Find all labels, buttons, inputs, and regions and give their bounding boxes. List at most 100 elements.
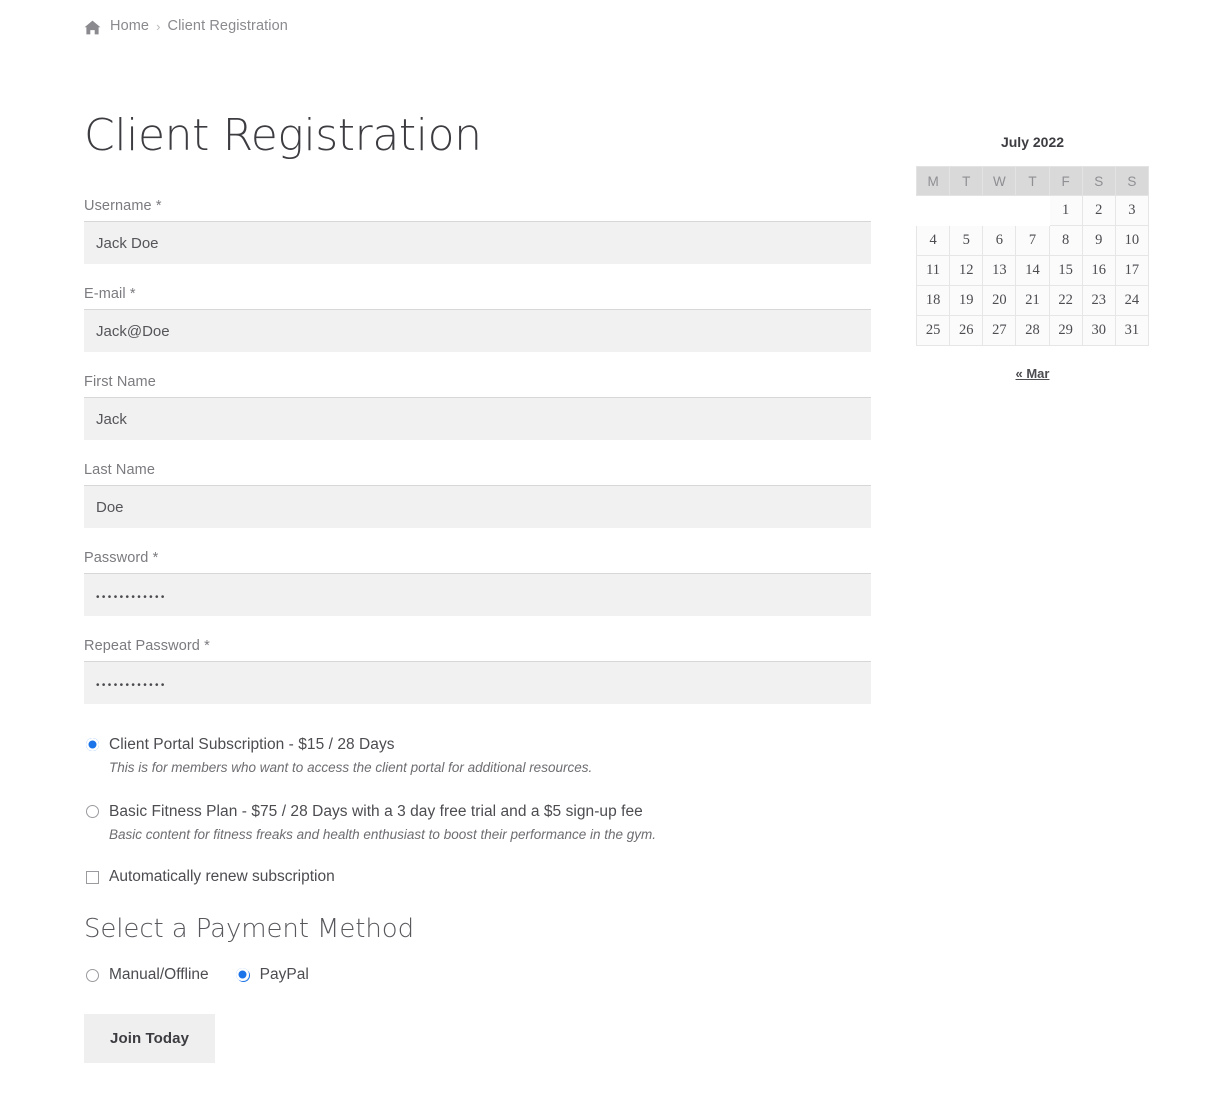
registration-form-container: Client Registration Username * E-mail * …: [84, 110, 872, 1064]
payment-option-paypal[interactable]: PayPal: [235, 966, 309, 984]
calendar-day-cell[interactable]: 18: [915, 285, 951, 316]
calendar-day-cell[interactable]: 4: [915, 225, 951, 256]
payment-option-manual-offline[interactable]: Manual/Offline: [84, 966, 209, 984]
field-username: Username *: [84, 198, 872, 265]
level-label-client-portal: Client Portal Subscription - $15 / 28 Da…: [109, 736, 395, 754]
calendar-day-cell[interactable]: 7: [1015, 225, 1050, 256]
first-name-input[interactable]: [84, 397, 871, 441]
join-today-button[interactable]: Join Today: [84, 1014, 216, 1064]
calendar-week-row: 11 12 13 14 15 16 17: [915, 255, 1150, 286]
calendar-day-empty: [949, 195, 984, 226]
field-email: E-mail *: [84, 286, 872, 353]
subscription-level-group: Client Portal Subscription - $15 / 28 Da…: [84, 734, 872, 844]
radio-client-portal[interactable]: [85, 737, 99, 752]
calendar-weekday-fri: F: [1048, 166, 1083, 196]
payment-label-paypal: PayPal: [259, 966, 309, 984]
calendar-week-row: 4 5 6 7 8 9 10: [915, 225, 1150, 256]
email-input[interactable]: [84, 309, 871, 353]
breadcrumb-separator: ›: [156, 18, 161, 34]
field-label-password: Password *: [84, 550, 159, 567]
payment-method-title: Select a Payment Method: [84, 914, 414, 945]
radio-basic-fitness[interactable]: [86, 805, 99, 819]
calendar-table: July 2022 M T W T F S S 1 2 3 4 5 6 7 8 …: [915, 134, 1150, 346]
calendar-day-cell[interactable]: 24: [1114, 285, 1150, 316]
calendar-day-cell[interactable]: 13: [982, 255, 1017, 286]
calendar-day-cell[interactable]: 25: [915, 315, 951, 346]
field-label-username: Username *: [84, 198, 162, 215]
calendar-week-row: 25 26 27 28 29 30 31: [915, 315, 1150, 346]
breadcrumb-home-link[interactable]: Home: [110, 18, 149, 34]
breadcrumb: Home › Client Registration: [84, 18, 288, 34]
calendar-weekday-thu: T: [1015, 166, 1050, 196]
calendar-day-cell[interactable]: 12: [949, 255, 984, 286]
field-repeat-password: Repeat Password * ••••••••••••: [84, 638, 872, 705]
level-option-basic-fitness[interactable]: Basic Fitness Plan - $75 / 28 Days with …: [84, 801, 872, 844]
calendar-day-cell[interactable]: 28: [1015, 315, 1050, 346]
payment-label-manual-offline: Manual/Offline: [109, 966, 209, 984]
field-label-email: E-mail *: [84, 286, 136, 303]
password-masked-value: ••••••••••••: [96, 592, 167, 604]
breadcrumb-current: Client Registration: [167, 18, 288, 34]
calendar-day-empty: [1015, 195, 1050, 226]
calendar-day-cell[interactable]: 15: [1048, 255, 1083, 286]
auto-renew-label: Automatically renew subscription: [109, 868, 335, 886]
calendar-day-cell[interactable]: 17: [1114, 255, 1150, 286]
last-name-input[interactable]: [84, 485, 871, 529]
calendar-week-row: 1 2 3: [915, 195, 1150, 226]
field-last-name: Last Name: [84, 462, 872, 529]
calendar-day-cell[interactable]: 29: [1048, 315, 1083, 346]
calendar-day-cell[interactable]: 2: [1081, 195, 1116, 226]
calendar-day-cell[interactable]: 31: [1114, 315, 1150, 346]
calendar-widget: July 2022 M T W T F S S 1 2 3 4 5 6 7 8 …: [915, 134, 1150, 381]
calendar-weekday-tue: T: [949, 166, 984, 196]
calendar-day-cell[interactable]: 20: [982, 285, 1017, 316]
calendar-day-cell[interactable]: 19: [949, 285, 984, 316]
page-title: Client Registration: [84, 110, 482, 161]
repeat-password-input[interactable]: ••••••••••••: [84, 661, 871, 705]
password-input[interactable]: ••••••••••••: [84, 573, 871, 617]
level-description-basic-fitness: Basic content for fitness freaks and hea…: [109, 827, 657, 843]
field-password: Password * ••••••••••••: [84, 550, 872, 617]
calendar-weekday-sat: S: [1081, 166, 1116, 196]
calendar-day-cell[interactable]: 21: [1015, 285, 1050, 316]
radio-paypal[interactable]: [236, 968, 250, 982]
calendar-weekday-sun: S: [1114, 166, 1150, 196]
field-label-repeat-password: Repeat Password *: [84, 638, 210, 655]
calendar-day-cell[interactable]: 3: [1114, 195, 1150, 226]
calendar-day-cell[interactable]: 1: [1048, 195, 1083, 226]
level-option-client-portal[interactable]: Client Portal Subscription - $15 / 28 Da…: [84, 734, 872, 777]
calendar-day-cell[interactable]: 26: [949, 315, 984, 346]
calendar-weekday-wed: W: [982, 166, 1017, 196]
calendar-day-empty: [915, 195, 951, 226]
level-description-client-portal: This is for members who want to access t…: [109, 760, 593, 776]
calendar-day-cell[interactable]: 30: [1081, 315, 1116, 346]
calendar-day-cell[interactable]: 8: [1048, 225, 1083, 256]
calendar-day-cell[interactable]: 23: [1081, 285, 1116, 316]
calendar-day-cell[interactable]: 27: [982, 315, 1017, 346]
field-first-name: First Name: [84, 374, 872, 441]
auto-renew-checkbox[interactable]: [86, 870, 99, 884]
calendar-day-cell[interactable]: 5: [949, 225, 984, 256]
payment-method-group: Manual/Offline PayPal: [84, 966, 872, 984]
auto-renew-row[interactable]: Automatically renew subscription: [84, 868, 872, 886]
calendar-day-cell[interactable]: 10: [1114, 225, 1150, 256]
field-label-first-name: First Name: [84, 374, 156, 391]
calendar-week-row: 18 19 20 21 22 23 24: [915, 285, 1150, 316]
calendar-day-empty: [982, 195, 1017, 226]
calendar-weekday-mon: M: [915, 166, 951, 196]
level-label-basic-fitness: Basic Fitness Plan - $75 / 28 Days with …: [109, 803, 643, 821]
calendar-day-cell[interactable]: 9: [1081, 225, 1116, 256]
calendar-prev-month-link[interactable]: « Mar: [916, 366, 1149, 381]
calendar-weekday-header-row: M T W T F S S: [915, 166, 1150, 196]
calendar-day-cell[interactable]: 22: [1048, 285, 1083, 316]
home-icon[interactable]: [84, 20, 101, 35]
calendar-day-cell[interactable]: 11: [915, 255, 951, 286]
username-input[interactable]: [84, 221, 871, 265]
calendar-caption: July 2022: [1000, 134, 1065, 150]
calendar-body: 1 2 3 4 5 6 7 8 9 10 11 12 13 14 15 16 1…: [915, 195, 1150, 346]
calendar-day-cell[interactable]: 16: [1081, 255, 1116, 286]
calendar-day-cell[interactable]: 6: [982, 225, 1017, 256]
calendar-day-cell[interactable]: 14: [1015, 255, 1050, 286]
field-label-last-name: Last Name: [84, 462, 156, 479]
radio-manual-offline[interactable]: [86, 968, 99, 982]
